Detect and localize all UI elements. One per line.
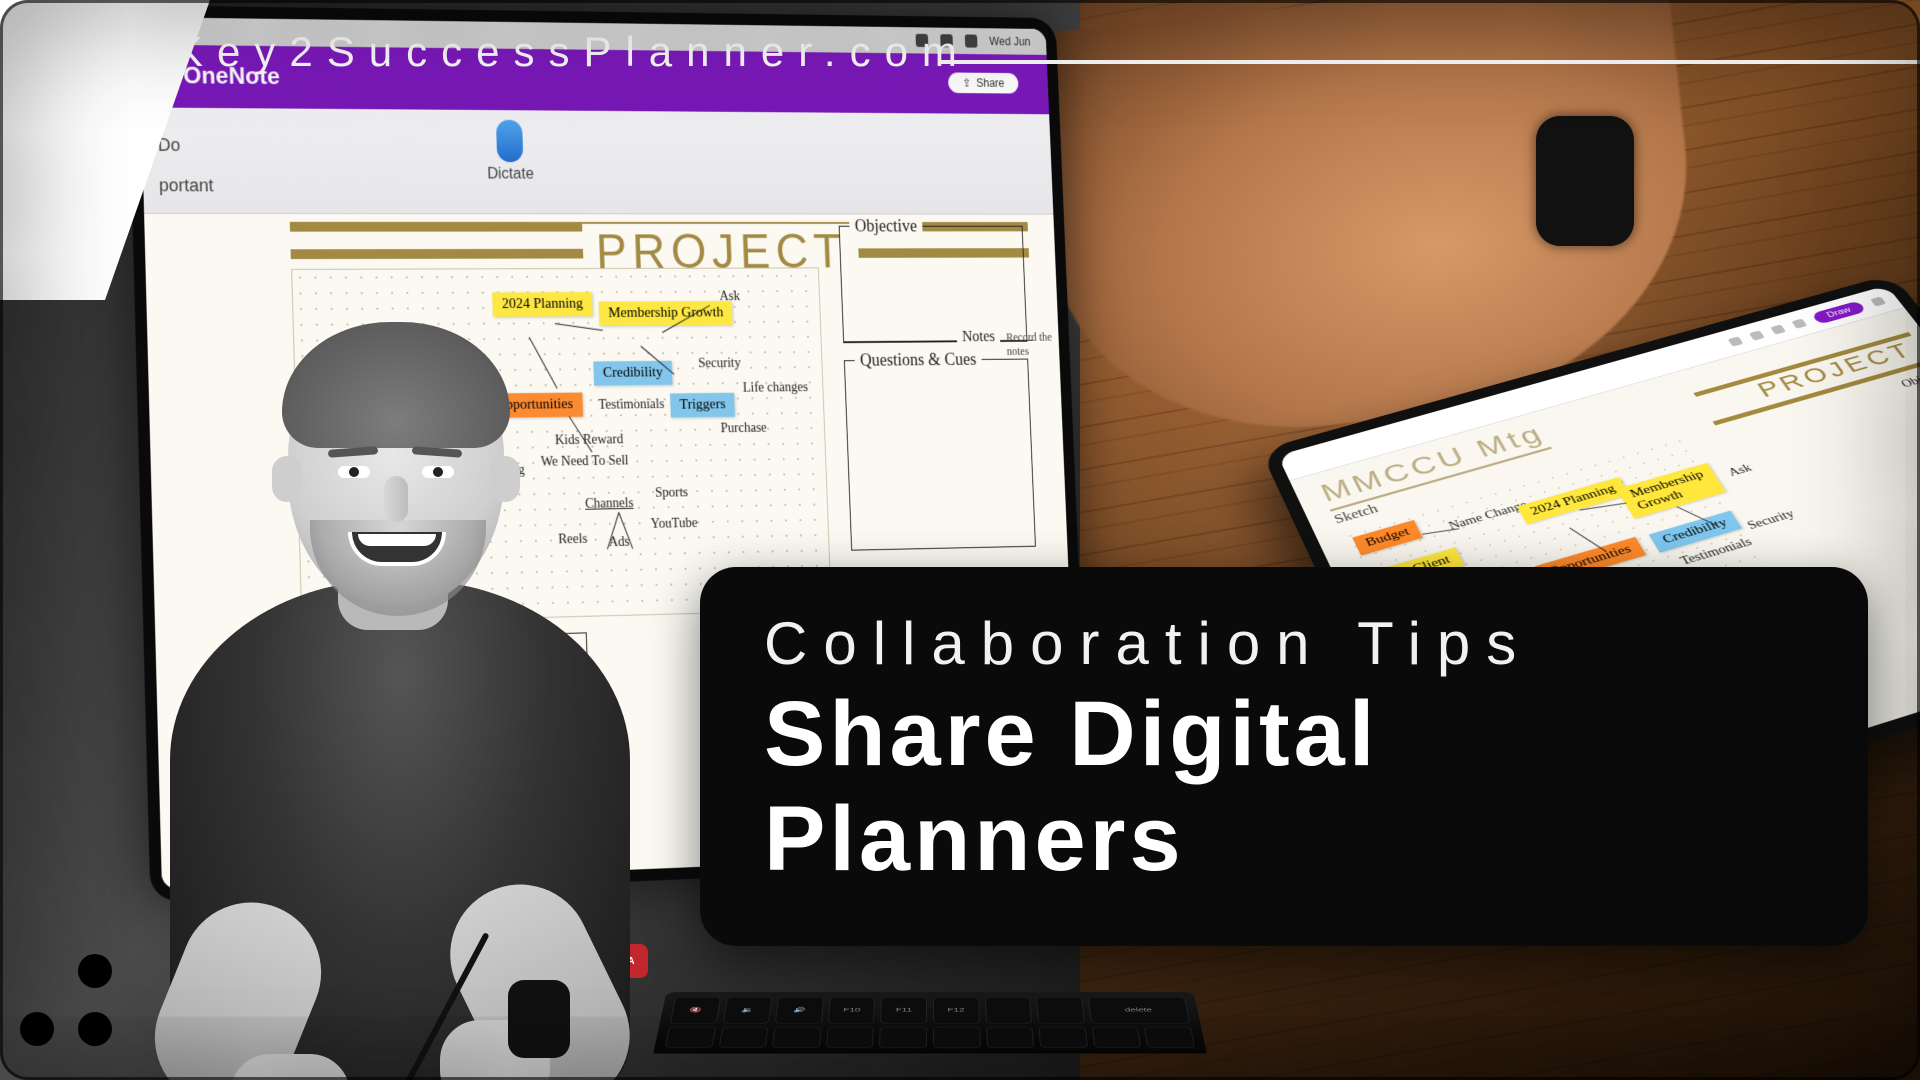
dot-icon <box>20 954 54 988</box>
key-blank[interactable] <box>718 1027 768 1048</box>
presenter-portrait <box>70 280 690 1080</box>
notes-label: Notes <box>957 329 1001 346</box>
sidebar-item[interactable]: Do <box>158 135 213 156</box>
hand-purchase: Purchase <box>720 421 767 437</box>
connector-line <box>1569 528 1605 552</box>
sticky-budget: Budget <box>1352 520 1423 556</box>
person-nose <box>384 476 408 522</box>
dot-icon <box>78 1012 112 1046</box>
tool-icon[interactable] <box>1749 330 1765 340</box>
key-blank[interactable] <box>826 1027 875 1048</box>
record-hint: Record the notes <box>1006 330 1060 359</box>
questions-cues-label: Questions & Cues <box>854 350 982 371</box>
hand-ask: Ask <box>719 290 740 305</box>
hand-security: Security <box>698 356 741 372</box>
person-ear <box>272 456 302 502</box>
tablet-mode-pill[interactable]: Draw <box>1811 300 1866 324</box>
hand-ask: Ask <box>1726 463 1755 480</box>
key-blank[interactable] <box>933 1027 981 1048</box>
dot-icon <box>78 954 112 988</box>
menubar-datetime: Wed Jun <box>989 35 1031 48</box>
tool-icon[interactable] <box>1728 336 1744 346</box>
hand-life-changes: Life changes <box>743 381 809 397</box>
tool-icon[interactable] <box>1791 318 1807 328</box>
dictate-label: Dictate <box>487 166 534 183</box>
sidebar-item[interactable]: portant <box>159 175 214 196</box>
key-f10[interactable]: F10 <box>828 997 876 1023</box>
onenote-toolbar <box>141 107 1053 214</box>
hand-name-change: Name Change <box>1447 500 1530 533</box>
key-f11[interactable]: F11 <box>880 997 927 1023</box>
key-vol-up[interactable]: 🔊 <box>775 997 824 1023</box>
subtitle-text: Collaboration Tips <box>764 609 1804 678</box>
questions-cues-box <box>844 359 1036 551</box>
person-eye <box>338 466 370 478</box>
key-delete[interactable]: delete <box>1088 997 1191 1023</box>
key-f12[interactable]: F12 <box>933 997 980 1023</box>
tool-icon[interactable] <box>1870 296 1886 306</box>
key-vol-down[interactable]: 🔉 <box>722 997 772 1023</box>
thumbnail-stage: Wed Jun OneNote ⇪ Share Do portant Dicta… <box>0 0 1920 1080</box>
laptop-keyboard: 🔇 🔉 🔊 F10 F11 F12 delete <box>653 992 1207 1054</box>
dictate-button[interactable]: Dictate <box>486 120 535 184</box>
dot-motif <box>20 954 118 1052</box>
person-ear <box>490 456 520 502</box>
key-blank[interactable] <box>879 1027 927 1048</box>
key-blank[interactable] <box>986 1027 1035 1048</box>
smartwatch <box>1536 116 1634 246</box>
key-blank[interactable] <box>984 997 1032 1023</box>
objective-box <box>839 226 1028 343</box>
key-blank[interactable] <box>772 1027 821 1048</box>
tablet-objective-label: Object <box>1899 371 1920 391</box>
sidebar-partial: Do portant <box>158 135 215 216</box>
person-eye <box>422 466 454 478</box>
sticky-membership: Membership Growth <box>1616 463 1725 519</box>
objective-label: Objective <box>849 216 923 236</box>
microphone-icon <box>496 120 524 162</box>
key-blank[interactable] <box>1144 1027 1195 1048</box>
header-rule <box>938 60 1920 64</box>
tool-icon[interactable] <box>1770 324 1786 334</box>
key-blank[interactable] <box>1091 1027 1141 1048</box>
person-hair <box>282 322 510 448</box>
share-label: Share <box>976 76 1005 89</box>
sticky-2024: 2024 Planning <box>1517 477 1630 524</box>
dot-icon <box>20 1012 54 1046</box>
website-url: Key2SuccessPlanner.com <box>175 28 971 76</box>
share-icon: ⇪ <box>962 76 971 89</box>
headline-text: Share Digital Planners <box>764 682 1804 892</box>
key-blank[interactable] <box>1036 997 1085 1023</box>
title-card: Collaboration Tips Share Digital Planner… <box>700 567 1868 946</box>
key-blank[interactable] <box>1039 1027 1088 1048</box>
person-watch <box>508 980 570 1058</box>
hand-security: Security <box>1745 508 1797 533</box>
